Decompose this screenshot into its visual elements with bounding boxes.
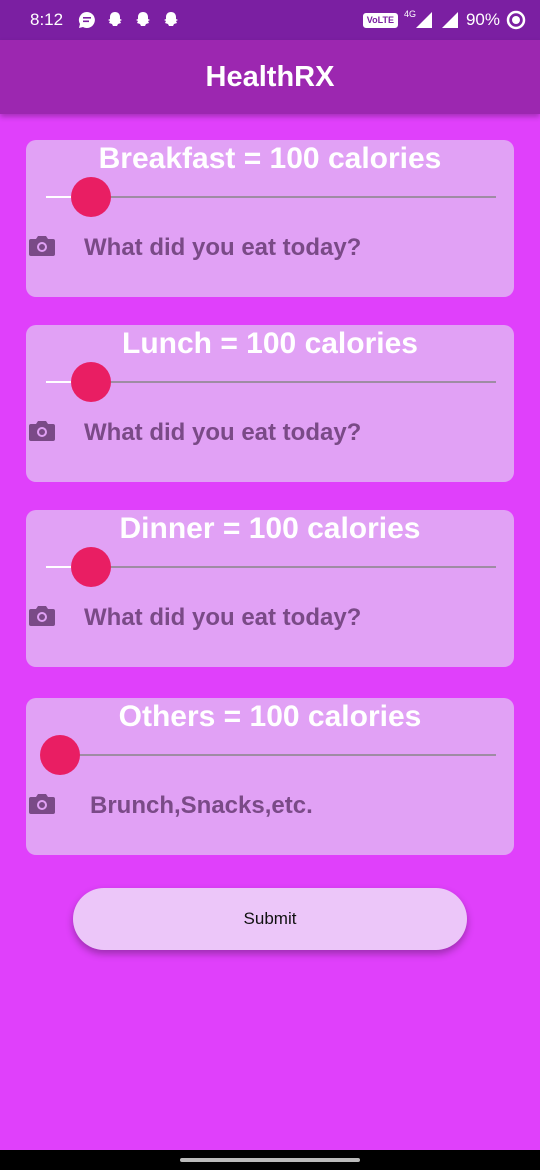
status-bar: 8:12 VoLTE 4G 90% <box>0 0 540 40</box>
app-title: HealthRX <box>205 60 335 93</box>
dinner-food-input[interactable] <box>84 598 494 638</box>
message-icon <box>77 10 97 30</box>
others-calorie-slider[interactable] <box>46 754 496 756</box>
lunch-food-input[interactable] <box>84 413 494 453</box>
signal-icon <box>414 10 434 30</box>
others-card: Others = 100 calories <box>26 698 514 855</box>
camera-icon[interactable] <box>28 234 56 258</box>
status-time: 8:12 <box>30 10 64 29</box>
volte-badge: VoLTE <box>362 12 398 28</box>
breakfast-calories-title: Breakfast = 100 calories <box>98 142 442 175</box>
navigation-bar <box>0 1150 540 1170</box>
snapchat-icon <box>161 10 181 30</box>
breakfast-card: Breakfast = 100 calories <box>26 140 514 297</box>
camera-icon[interactable] <box>28 419 56 443</box>
battery-percent: 90% <box>465 10 500 29</box>
lunch-slider-active-track <box>46 381 74 383</box>
signal-icon <box>440 10 460 30</box>
app-bar: HealthRX <box>0 40 540 114</box>
dinner-calorie-slider[interactable] <box>46 566 496 568</box>
breakfast-food-input[interactable] <box>84 228 494 268</box>
breakfast-calorie-slider[interactable] <box>46 196 496 198</box>
others-food-input[interactable] <box>90 786 500 826</box>
others-slider-thumb[interactable] <box>40 735 80 775</box>
snapchat-icon <box>105 10 125 30</box>
breakfast-slider-active-track <box>46 196 74 198</box>
others-calories-title: Others = 100 calories <box>118 700 422 733</box>
lunch-slider-thumb[interactable] <box>71 362 111 402</box>
snapchat-icon <box>133 10 153 30</box>
dinner-card: Dinner = 100 calories <box>26 510 514 667</box>
submit-button[interactable]: Submit <box>73 888 467 950</box>
camera-icon[interactable] <box>28 792 56 816</box>
dinner-slider-active-track <box>46 566 74 568</box>
lunch-calories-title: Lunch = 100 calories <box>122 327 418 360</box>
breakfast-slider-thumb[interactable] <box>71 177 111 217</box>
network-type: 4G <box>403 9 416 19</box>
dinner-calories-title: Dinner = 100 calories <box>119 512 421 545</box>
lunch-card: Lunch = 100 calories <box>26 325 514 482</box>
home-indicator[interactable] <box>180 1158 360 1162</box>
dinner-slider-thumb[interactable] <box>71 547 111 587</box>
battery-icon <box>506 10 526 30</box>
lunch-calorie-slider[interactable] <box>46 381 496 383</box>
camera-icon[interactable] <box>28 604 56 628</box>
